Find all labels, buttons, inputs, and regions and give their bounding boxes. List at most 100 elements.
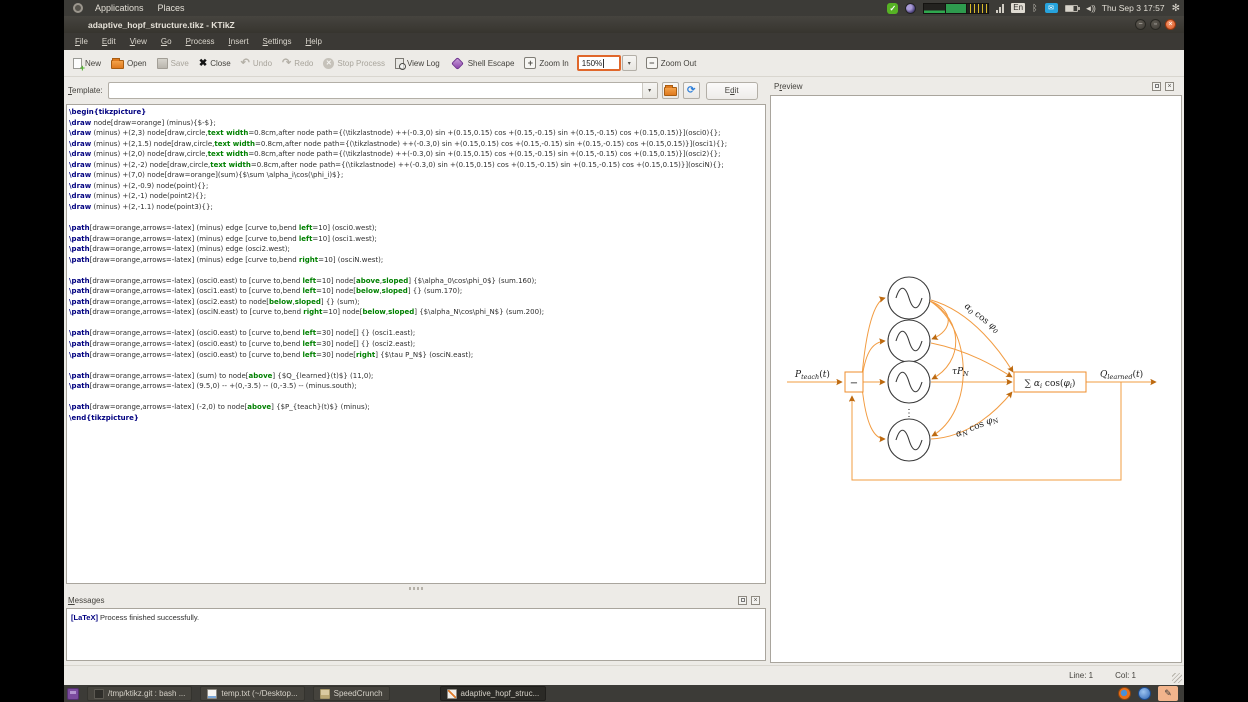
template-reload-button[interactable]: ⟳: [683, 82, 700, 99]
close-file-icon: ✖: [199, 58, 207, 69]
shell-escape-button[interactable]: Shell Escape: [445, 56, 520, 71]
messages-output: [LaTeX] Process finished successfully.: [66, 608, 766, 661]
minimize-button[interactable]: −: [1135, 19, 1146, 30]
maximize-button[interactable]: ▫: [1150, 19, 1161, 30]
latex-tag: [LaTeX]: [71, 613, 98, 622]
zoom-out-button[interactable]: −Zoom Out: [641, 54, 702, 72]
q-learned-label: Qlearned(t): [1100, 369, 1143, 381]
distro-logo-icon[interactable]: [73, 3, 83, 13]
view-log-icon: [395, 58, 404, 69]
new-document-icon: [73, 58, 82, 69]
keyboard-layout-indicator[interactable]: En: [1011, 3, 1025, 13]
zoom-in-icon: +: [524, 57, 536, 69]
messages-text: Process finished successfully.: [98, 613, 199, 622]
template-edit-button[interactable]: Edit: [706, 82, 758, 100]
system-monitor-applet[interactable]: [923, 3, 989, 14]
splitter-handle[interactable]: [64, 584, 768, 593]
close-window-button[interactable]: ×: [1165, 19, 1176, 30]
firefox-icon[interactable]: [1118, 687, 1131, 700]
titlebar[interactable]: adaptive_hopf_structure.tikz - KTikZ − ▫…: [64, 16, 1184, 33]
window-title: adaptive_hopf_structure.tikz - KTikZ: [88, 20, 235, 30]
view-log-button[interactable]: View Log: [390, 55, 445, 72]
indicator-globe-icon[interactable]: [905, 3, 916, 14]
close-dock-icon[interactable]: ×: [1165, 82, 1174, 91]
stop-process-button[interactable]: ✕Stop Process: [318, 55, 390, 72]
mail-icon[interactable]: ✉: [1045, 3, 1058, 13]
clock[interactable]: Thu Sep 3 17:57: [1102, 3, 1165, 13]
status-line: Line: 1: [1069, 671, 1093, 680]
sum-node-label: ∑ αi cos(φi): [1025, 378, 1076, 390]
taskbar-item-ktikz[interactable]: adaptive_hopf_struc...: [440, 686, 547, 701]
template-dropdown-arrow-icon[interactable]: ▾: [642, 83, 657, 98]
open-button[interactable]: Open: [106, 55, 152, 72]
open-folder-icon: [664, 87, 677, 96]
template-open-button[interactable]: [662, 82, 679, 99]
window-list-icon[interactable]: [67, 688, 79, 700]
taskbar-item-terminal[interactable]: /tmp/ktikz.git : bash ...: [87, 686, 192, 701]
zoom-level-input[interactable]: 150%: [577, 55, 621, 71]
messages-dock-header: Messages ×: [64, 593, 768, 608]
shell-escape-icon: [451, 57, 464, 70]
preview-canvas: − ∑ αi cos(φi) ⋮ Pteach(t) Qlearned(t) α…: [770, 95, 1182, 663]
float-dock-icon[interactable]: [738, 596, 747, 605]
menu-go[interactable]: Go: [154, 35, 179, 48]
zoom-out-icon: −: [646, 57, 658, 69]
menu-process[interactable]: Process: [179, 35, 222, 48]
battery-icon[interactable]: [1065, 5, 1078, 12]
status-col: Col: 1: [1115, 671, 1136, 680]
system-tray: ✓ En ᛒ ✉ ◄)) Thu Sep 3 17:57 ✻: [887, 3, 1180, 14]
oscillator-circles: [888, 277, 930, 461]
menubar: File Edit View Go Process Insert Setting…: [64, 33, 1184, 50]
places-menu[interactable]: Places: [151, 2, 192, 14]
save-icon: [157, 58, 168, 69]
menu-edit[interactable]: Edit: [95, 35, 123, 48]
code-editor[interactable]: \begin{tikzpicture}\draw node[draw=orang…: [66, 104, 766, 584]
open-folder-icon: [111, 60, 124, 69]
bluetooth-icon[interactable]: ᛒ: [1032, 3, 1037, 13]
browser-globe-icon[interactable]: [1138, 687, 1151, 700]
signal-paths: [787, 298, 1156, 480]
refresh-icon: ⟳: [687, 86, 695, 96]
redo-button[interactable]: ↷Redo: [277, 55, 318, 72]
grip-icon: [409, 587, 423, 590]
menu-insert[interactable]: Insert: [222, 35, 256, 48]
preview-dock-header: Preview ×: [770, 77, 1182, 95]
volume-icon[interactable]: ◄)): [1085, 4, 1095, 13]
toolbar: New Open Save ✖Close ↶Undo ↷Redo ✕Stop P…: [64, 50, 1184, 77]
applications-menu[interactable]: Applications: [88, 2, 151, 14]
desktop: Applications Places ✓ En ᛒ ✉ ◄)) Thu Sep…: [64, 0, 1184, 702]
minus-node-label: −: [850, 378, 858, 389]
undo-button[interactable]: ↶Undo: [236, 55, 277, 72]
template-value[interactable]: [109, 83, 642, 98]
menu-settings[interactable]: Settings: [256, 35, 299, 48]
tau-pn-label: τPN: [952, 367, 969, 378]
zoom-in-button[interactable]: +Zoom In: [519, 54, 573, 72]
active-tool-button[interactable]: ✎: [1158, 686, 1178, 701]
new-button[interactable]: New: [68, 55, 106, 72]
template-combobox[interactable]: ▾: [108, 82, 658, 99]
statusbar: Line: 1 Col: 1: [64, 665, 1184, 685]
taskbar-item-texteditor[interactable]: temp.txt (~/Desktop...: [200, 686, 304, 701]
update-status-icon[interactable]: ✓: [887, 3, 898, 14]
menu-view[interactable]: View: [123, 35, 154, 48]
menu-file[interactable]: File: [68, 35, 95, 48]
save-button[interactable]: Save: [152, 55, 194, 72]
terminal-icon: [94, 689, 104, 699]
text-cursor: [603, 59, 604, 68]
template-label: Template:: [68, 86, 103, 95]
wifi-icon[interactable]: [996, 4, 1004, 13]
messages-title: Messages: [68, 596, 104, 605]
session-menu-icon[interactable]: ✻: [1172, 3, 1180, 14]
tikz-preview-svg: − ∑ αi cos(φi) ⋮ Pteach(t) Qlearned(t) α…: [771, 96, 1182, 662]
calculator-icon: [320, 689, 330, 699]
alphaN-label: αN cos φN: [954, 414, 1000, 441]
zoom-level-dropdown[interactable]: ▾: [622, 55, 637, 71]
vertical-dots: ⋮: [904, 408, 914, 419]
menu-help[interactable]: Help: [298, 35, 328, 48]
text-editor-icon: [207, 689, 217, 699]
taskbar-item-speedcrunch[interactable]: SpeedCrunch: [313, 686, 390, 701]
float-dock-icon[interactable]: [1152, 82, 1161, 91]
close-button[interactable]: ✖Close: [194, 55, 236, 72]
taskbar: /tmp/ktikz.git : bash ... temp.txt (~/De…: [64, 685, 1184, 702]
close-dock-icon[interactable]: ×: [751, 596, 760, 605]
